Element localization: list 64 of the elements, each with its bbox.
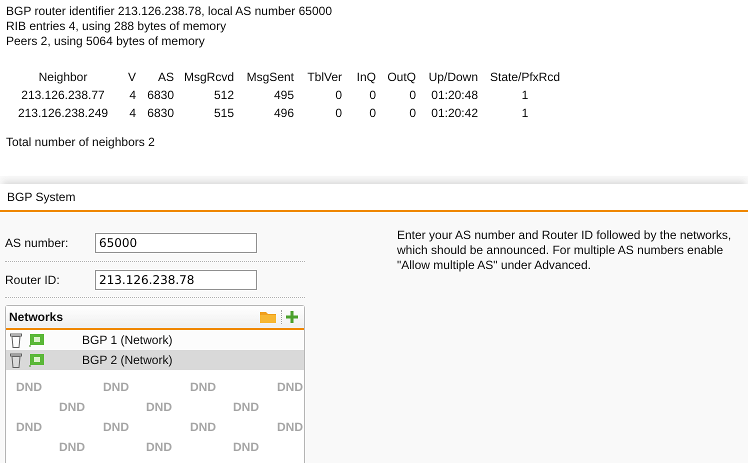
table-cell: 0 — [369, 106, 376, 120]
summary-line: RIB entries 4, using 288 bytes of memory — [6, 19, 228, 34]
drop-hint: DND — [233, 400, 259, 414]
section-title: BGP System — [7, 190, 76, 204]
column-header: Up/Down — [428, 70, 478, 84]
column-header: State/PfxRcd — [490, 70, 560, 84]
column-header: Neighbor — [38, 70, 88, 84]
total-line: Total number of neighbors 2 — [6, 135, 156, 150]
drop-hint: DND — [190, 380, 216, 394]
table-cell: 495 — [274, 88, 294, 102]
table-cell: 512 — [214, 88, 234, 102]
summary-line: Peers 2, using 5064 bytes of memory — [6, 34, 206, 49]
table-cell: 01:20:48 — [431, 88, 478, 102]
table-cell: 496 — [274, 106, 294, 120]
trash-icon[interactable] — [10, 352, 22, 368]
table-cell: 213.126.238.77 — [21, 88, 105, 102]
network-icon — [29, 353, 45, 367]
table-cell: 1 — [522, 106, 528, 120]
add-icon[interactable] — [286, 311, 298, 323]
table-cell: 6830 — [147, 106, 174, 120]
table-cell: 4 — [129, 106, 136, 120]
column-header: MsgRcvd — [184, 70, 234, 84]
column-header: InQ — [356, 70, 376, 84]
drop-hint: DND — [103, 420, 129, 434]
help-text: Enter your AS number and Router ID followed by the networks, which should be announced. For multiple AS numbers enable "Allow multiple AS" under Advanced. — [397, 228, 732, 274]
drop-hint: DND — [16, 380, 42, 394]
field-label: AS number: — [5, 236, 70, 250]
drop-hint: DND — [103, 380, 129, 394]
column-header: MsgSent — [246, 70, 294, 84]
panel-title: Networks — [9, 310, 64, 324]
column-header: V — [128, 70, 136, 84]
drop-hint: DND — [59, 440, 85, 454]
column-header: TblVer — [307, 70, 342, 84]
table-cell: 0 — [335, 88, 342, 102]
folder-icon[interactable] — [259, 310, 277, 324]
drop-hint: DND — [146, 400, 172, 414]
network-name: BGP 2 (Network) — [82, 353, 172, 367]
network-row[interactable]: BGP 2 (Network) — [6, 350, 304, 370]
drop-hint: DND — [59, 400, 85, 414]
table-cell: 0 — [409, 88, 416, 102]
column-header: OutQ — [387, 70, 416, 84]
input-field[interactable]: 65000 — [95, 232, 257, 252]
table-cell: 515 — [214, 106, 234, 120]
input-field[interactable]: 213.126.238.78 — [95, 270, 257, 290]
table-cell: 1 — [522, 88, 528, 102]
table-cell: 0 — [335, 106, 342, 120]
table-cell: 6830 — [147, 88, 174, 102]
column-header: AS — [158, 70, 174, 84]
trash-icon[interactable] — [10, 332, 22, 348]
summary-line: BGP router identifier 213.126.238.78, local AS number 65000 — [6, 4, 333, 19]
drop-hint: DND — [16, 420, 42, 434]
drop-hint: DND — [146, 440, 172, 454]
drop-hint: DND — [190, 420, 216, 434]
table-cell: 01:20:42 — [431, 106, 478, 120]
table-cell: 213.126.238.249 — [18, 106, 108, 120]
drop-hint: DND — [277, 420, 303, 434]
table-cell: 4 — [129, 88, 136, 102]
table-cell: 0 — [369, 88, 376, 102]
table-cell: 0 — [409, 106, 416, 120]
field-label: Router ID: — [5, 272, 61, 286]
network-icon — [29, 333, 45, 347]
drop-hint: DND — [277, 380, 303, 394]
drop-hint: DND — [233, 440, 259, 454]
network-name: BGP 1 (Network) — [82, 333, 172, 347]
